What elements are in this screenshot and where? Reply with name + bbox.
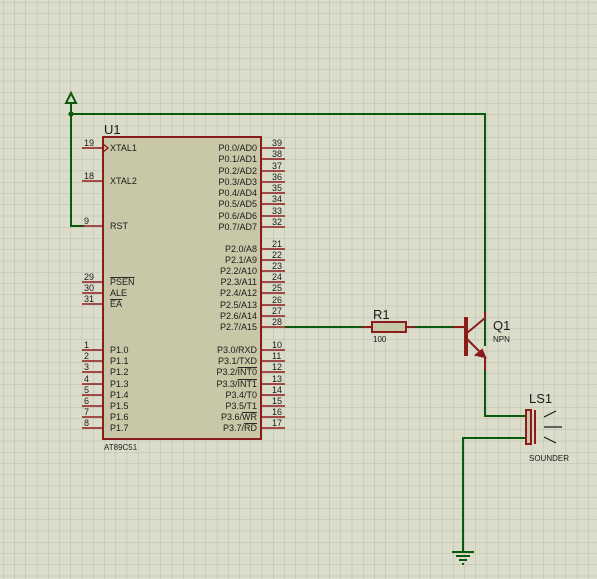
pin-label: P1.4 bbox=[110, 390, 129, 400]
pin-number: 33 bbox=[272, 206, 282, 216]
pin-label: P3.2/INT0 bbox=[216, 367, 257, 377]
q1-ref: Q1 bbox=[493, 318, 510, 333]
pin-label: P1.7 bbox=[110, 423, 129, 433]
pin-label: P0.6/AD6 bbox=[218, 211, 257, 221]
pin-label: P1.3 bbox=[110, 379, 129, 389]
pin-label-overline: WR bbox=[242, 412, 257, 422]
pin-number: 9 bbox=[84, 216, 89, 226]
pin-label: P2.7/A15 bbox=[220, 322, 257, 332]
pin-number: 34 bbox=[272, 194, 282, 204]
pin-label: PSEN bbox=[110, 277, 135, 287]
pin-number: 7 bbox=[84, 407, 89, 417]
pin-number: 17 bbox=[272, 418, 282, 428]
pin-number: 32 bbox=[272, 217, 282, 227]
pin-number: 15 bbox=[272, 396, 282, 406]
pin-label: P1.1 bbox=[110, 356, 129, 366]
pin-label: P1.6 bbox=[110, 412, 129, 422]
pin-label-overline: INT1 bbox=[237, 379, 257, 389]
pin-number: 31 bbox=[84, 294, 94, 304]
pin-number: 38 bbox=[272, 149, 282, 159]
pin-label: P0.4/AD4 bbox=[218, 188, 257, 198]
pin-number: 27 bbox=[272, 306, 282, 316]
pin-number: 6 bbox=[84, 396, 89, 406]
pin-label: P0.7/AD7 bbox=[218, 222, 257, 232]
pin-number: 1 bbox=[84, 340, 89, 350]
pin-number: 29 bbox=[84, 272, 94, 282]
schematic-canvas[interactable]: U1 AT89C51 19 XTAL118 XTAL29 RST29 PSEN30 ALE… bbox=[0, 0, 597, 579]
u1-part: AT89C51 bbox=[104, 443, 138, 452]
ls1-type: SOUNDER bbox=[529, 454, 569, 463]
pin-label: P2.6/A14 bbox=[220, 311, 257, 321]
pin-number: 5 bbox=[84, 385, 89, 395]
pin-number: 14 bbox=[272, 385, 282, 395]
pin-label: P2.2/A10 bbox=[220, 266, 257, 276]
pin-number: 3 bbox=[84, 362, 89, 372]
pin-number: 2 bbox=[84, 351, 89, 361]
pin-label: P2.1/A9 bbox=[225, 255, 257, 265]
pin-label: XTAL2 bbox=[110, 176, 137, 186]
pin-number: 18 bbox=[84, 171, 94, 181]
pin-label: P0.5/AD5 bbox=[218, 199, 257, 209]
pin-label-overline: INT0 bbox=[237, 367, 257, 377]
ls1-ref: LS1 bbox=[529, 391, 552, 406]
pin-number: 26 bbox=[272, 295, 282, 305]
pin-number: 36 bbox=[272, 172, 282, 182]
pin-label: P3.0/RXD bbox=[217, 345, 258, 355]
pin-number: 39 bbox=[272, 138, 282, 148]
pin-label: XTAL1 bbox=[110, 143, 137, 153]
pin-label: P0.1/AD1 bbox=[218, 154, 257, 164]
pin-number: 21 bbox=[272, 239, 282, 249]
pin-number: 30 bbox=[84, 283, 94, 293]
pin-number: 16 bbox=[272, 407, 282, 417]
pin-label: P1.0 bbox=[110, 345, 129, 355]
pin-label: ALE bbox=[110, 288, 127, 298]
pin-number: 4 bbox=[84, 374, 89, 384]
pin-label: P2.3/A11 bbox=[221, 277, 257, 287]
pin-number: 24 bbox=[272, 272, 282, 282]
r1-body bbox=[371, 321, 407, 333]
r1-value: 100 bbox=[373, 335, 387, 344]
junction-dot bbox=[68, 111, 74, 117]
pin-label: P2.5/A13 bbox=[220, 300, 257, 310]
pin-label: P3.6/WR bbox=[221, 412, 258, 422]
u1-right-pins: 39 P0.0/AD0 38 P0.1/AD1 37 P0.2/AD2 36 P0.3/AD3… bbox=[216, 138, 285, 433]
pin-label: P3.7/RD bbox=[223, 423, 258, 433]
u1-microcontroller[interactable]: U1 AT89C51 19 XTAL118 XTAL29 RST29 PSEN30 ALE… bbox=[82, 122, 285, 452]
pin-number: 11 bbox=[272, 351, 281, 361]
pin-number: 19 bbox=[84, 138, 94, 148]
pin-number: 22 bbox=[272, 250, 282, 260]
pin-label: P3.1/TXD bbox=[218, 356, 258, 366]
pin-label: P0.2/AD2 bbox=[218, 166, 257, 176]
pin-label: P2.4/A12 bbox=[220, 288, 257, 298]
pin-number: 13 bbox=[272, 374, 282, 384]
pin-number: 37 bbox=[272, 161, 282, 171]
pin-label: P3.5/T1 bbox=[225, 401, 257, 411]
pin-label: RST bbox=[110, 221, 129, 231]
pin-label: P1.2 bbox=[110, 367, 129, 377]
pin-number: 28 bbox=[272, 317, 282, 327]
pin-label: P0.0/AD0 bbox=[218, 143, 257, 153]
pin-label: P1.5 bbox=[110, 401, 129, 411]
pin-label: P0.3/AD3 bbox=[218, 177, 257, 187]
pin-number: 35 bbox=[272, 183, 282, 193]
r1-ref: R1 bbox=[373, 307, 390, 322]
u1-ref: U1 bbox=[104, 122, 121, 137]
pin-label-overline: RD bbox=[244, 423, 257, 433]
pin-number: 12 bbox=[272, 362, 282, 372]
q1-type: NPN bbox=[493, 335, 510, 344]
pin-number: 8 bbox=[84, 418, 89, 428]
pin-number: 23 bbox=[272, 261, 282, 271]
pin-number: 25 bbox=[272, 283, 282, 293]
pin-label: P2.0/A8 bbox=[225, 244, 257, 254]
pin-number: 10 bbox=[272, 340, 282, 350]
ls1-body bbox=[525, 409, 532, 445]
pin-label: EA bbox=[110, 299, 122, 309]
pin-label: P3.4/T0 bbox=[225, 390, 257, 400]
pin-label: P3.3/INT1 bbox=[216, 379, 257, 389]
